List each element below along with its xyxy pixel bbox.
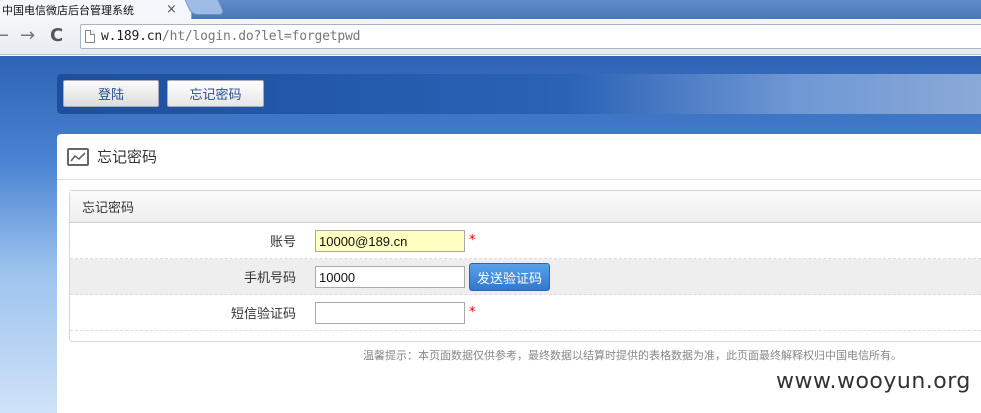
tab-title: 中国电信微店后台管理系统 — [2, 3, 134, 17]
login-tab-button[interactable]: 登陆 — [63, 80, 159, 107]
account-input[interactable] — [315, 230, 465, 252]
account-row: 账号 * — [70, 223, 981, 259]
phone-row: 手机号码 发送验证码 — [70, 259, 981, 295]
watermark: www.wooyun.org — [776, 369, 971, 394]
send-code-button[interactable]: 发送验证码 — [469, 263, 550, 291]
address-bar[interactable]: w.189.cn/ht/login.do?lel=forgetpwd — [80, 24, 981, 49]
url-path: /ht/login.do?lel=forgetpwd — [162, 29, 361, 44]
back-arrow-icon[interactable]: ← — [0, 26, 9, 46]
phone-label: 手机号码 — [243, 271, 296, 286]
browser-tabstrip: 中国电信微店后台管理系统 × — [0, 0, 981, 19]
panel-title: 忘记密码 — [97, 148, 158, 166]
forward-arrow-icon[interactable]: → — [20, 26, 35, 46]
top-nav-bar: 登陆 忘记密码 — [57, 74, 981, 114]
forgot-password-tab-button[interactable]: 忘记密码 — [167, 80, 264, 107]
close-tab-icon[interactable]: × — [166, 2, 177, 17]
page-background: 登陆 忘记密码 忘记密码 忘记密码 账号 * 手机号码 发送验证码 短信验证码 — [0, 56, 981, 413]
reload-icon[interactable]: C — [50, 26, 63, 46]
sms-code-input[interactable] — [315, 302, 465, 324]
page-icon — [85, 30, 95, 43]
disclaimer-text: 温馨提示：本页面数据仅供参考，最终数据以结算时提供的表格数据为准，此页面最终解释… — [363, 349, 902, 362]
panel-header: 忘记密码 — [57, 134, 981, 180]
required-mark: * — [469, 233, 476, 248]
forgot-password-form: 忘记密码 账号 * 手机号码 发送验证码 短信验证码 * — [69, 190, 981, 342]
browser-tab[interactable]: 中国电信微店后台管理系统 × — [0, 0, 192, 19]
sms-code-row: 短信验证码 * — [70, 295, 981, 331]
presentation-chart-icon — [67, 147, 89, 166]
sms-code-label: 短信验证码 — [230, 307, 296, 322]
required-mark: * — [469, 305, 476, 320]
phone-input[interactable] — [315, 266, 465, 288]
url-host: w.189.cn — [101, 29, 163, 44]
browser-toolbar: ← → C w.189.cn/ht/login.do?lel=forgetpwd — [0, 19, 981, 55]
form-section-title: 忘记密码 — [70, 191, 981, 223]
account-label: 账号 — [269, 235, 296, 250]
